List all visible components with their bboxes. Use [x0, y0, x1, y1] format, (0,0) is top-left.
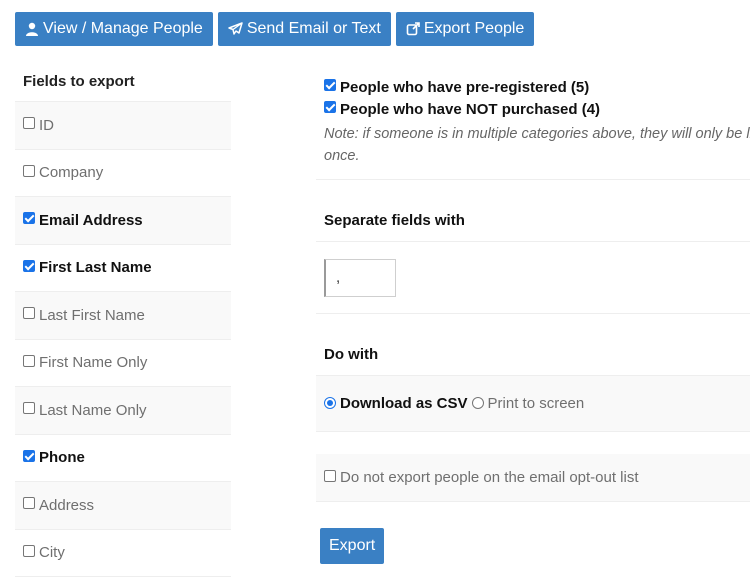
field-row[interactable]: Email Address [15, 197, 231, 245]
optout-label: Do not export people on the email opt-ou… [340, 469, 639, 486]
field-checkbox[interactable] [23, 402, 35, 415]
export-button[interactable]: Export [320, 528, 385, 564]
toolbar: View / Manage People Send Email or Text … [15, 12, 539, 46]
field-label: First Last Name [39, 259, 152, 277]
download-csv-label[interactable]: Download as CSV [340, 395, 468, 412]
send-email-button[interactable]: Send Email or Text [217, 12, 391, 46]
field-label: Last First Name [39, 306, 145, 324]
field-checkbox[interactable] [23, 497, 35, 510]
field-list: ID Company Email Address First Last Name Las… [15, 102, 231, 577]
not-purchased-label: People who have NOT purchased (4) [340, 100, 601, 118]
preregistered-option[interactable]: People who have pre-registered (5) [316, 76, 750, 98]
send-email-label: Send Email or Text [246, 20, 381, 37]
field-row[interactable]: First Name Only [15, 340, 231, 387]
field-label: City [39, 544, 65, 562]
field-label: ID [39, 116, 54, 134]
export-people-label: Export People [423, 20, 525, 37]
preregistered-label: People who have pre-registered (5) [340, 78, 590, 96]
not-purchased-option[interactable]: People who have NOT purchased (4) [316, 98, 750, 120]
dowith-row: Download as CSV Print to screen [316, 376, 750, 432]
separator-row [316, 242, 750, 314]
field-checkbox[interactable] [23, 544, 35, 557]
export-people-button[interactable]: Export People [395, 12, 535, 46]
optout-row[interactable]: Do not export people on the email opt-ou… [316, 454, 750, 502]
field-checkbox[interactable] [23, 307, 35, 320]
field-label: Address [39, 496, 95, 514]
external-export-icon [406, 22, 420, 36]
download-csv-radio[interactable] [324, 396, 336, 409]
field-label: Phone [39, 449, 85, 467]
paper-plane-icon [228, 22, 243, 35]
field-checkbox[interactable] [23, 354, 35, 367]
field-checkbox[interactable] [23, 259, 35, 272]
field-row[interactable]: City [15, 530, 231, 577]
field-row[interactable]: Address [15, 482, 231, 530]
view-manage-people-button[interactable]: View / Manage People [15, 12, 213, 46]
dowith-heading: Do with [316, 314, 750, 376]
field-checkbox[interactable] [23, 164, 35, 177]
print-screen-radio[interactable] [471, 396, 484, 409]
field-label: Email Address [39, 211, 143, 229]
field-row[interactable]: Company [15, 150, 231, 197]
field-row[interactable]: Phone [15, 435, 231, 482]
category-note: Note: if someone is in multiple categori… [316, 120, 750, 180]
field-checkbox[interactable] [23, 117, 35, 130]
user-icon [26, 22, 38, 36]
field-row[interactable]: First Last Name [15, 245, 231, 292]
note-line-2: once. [324, 148, 360, 164]
field-checkbox[interactable] [23, 212, 35, 225]
field-row[interactable]: ID [15, 102, 231, 150]
fields-to-export-panel: Fields to export ID Company Email Address F… [15, 62, 231, 577]
separator-heading: Separate fields with [316, 180, 750, 242]
not-purchased-checkbox[interactable] [324, 101, 336, 113]
fields-heading: Fields to export [15, 62, 231, 102]
field-label: First Name Only [39, 354, 148, 372]
print-screen-label[interactable]: Print to screen [488, 395, 585, 412]
field-row[interactable]: Last First Name [15, 292, 231, 340]
field-label: Company [39, 164, 104, 182]
field-checkbox[interactable] [23, 449, 35, 462]
field-row[interactable]: Last Name Only [15, 387, 231, 435]
preregistered-checkbox[interactable] [324, 79, 336, 91]
optout-checkbox[interactable] [324, 469, 336, 482]
separator-input[interactable] [324, 258, 396, 297]
field-label: Last Name Only [39, 401, 147, 419]
view-manage-people-label: View / Manage People [43, 20, 203, 37]
note-line-1: Note: if someone is in multiple categori… [324, 126, 750, 142]
export-options-panel: People who have pre-registered (5) Peopl… [316, 76, 750, 564]
